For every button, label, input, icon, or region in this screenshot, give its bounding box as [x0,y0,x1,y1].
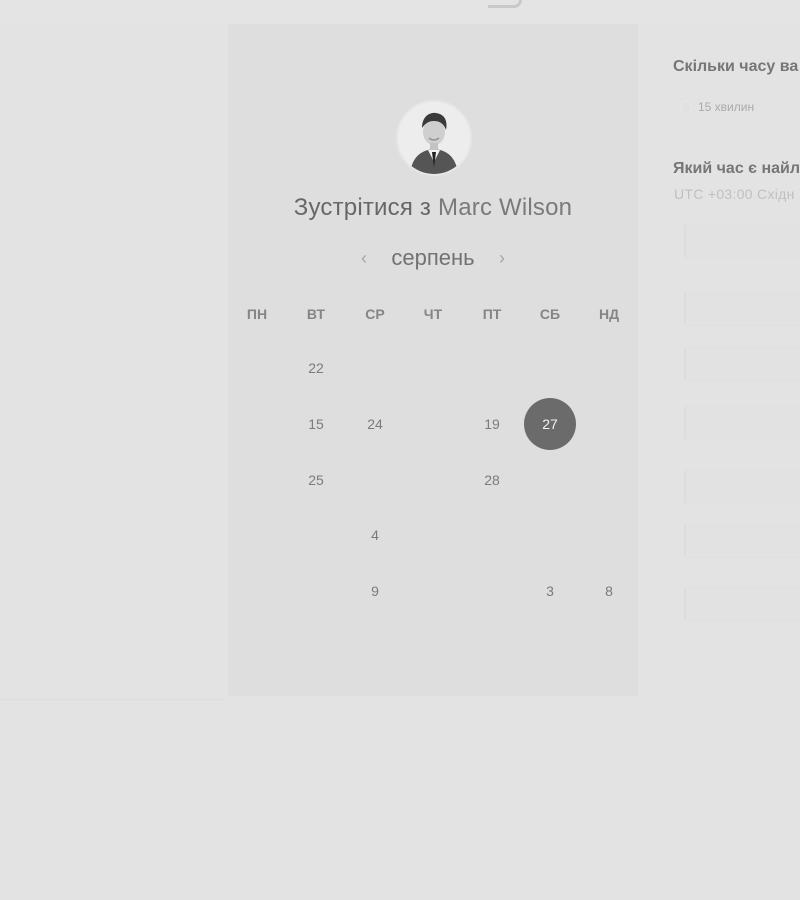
time-slot-button[interactable] [684,406,800,440]
calendar-day[interactable]: 8 [589,583,629,599]
top-strip [0,0,800,22]
options-panel: Скільки часу ва 15 хвилин Який час є най… [640,24,800,696]
top-decoration [488,0,522,8]
duration-option[interactable]: 15 хвилин [680,100,754,114]
calendar-day[interactable]: 19 [472,416,512,432]
calendar-day[interactable]: 22 [296,360,336,376]
calendar-day[interactable]: 9 [355,583,395,599]
duration-label: 15 хвилин [698,100,755,114]
time-slot-button[interactable] [684,347,800,381]
time-slot-button[interactable] [684,470,800,504]
calendar-day[interactable]: 24 [355,416,395,432]
calendar-card: Зустрітися з Marc Wilson ‹ серпень › ПН В… [228,24,638,696]
calendar-day[interactable]: 15 [296,416,336,432]
scheduling-page: Зустрітися з Marc Wilson ‹ серпень › ПН В… [0,0,800,900]
time-slot-button[interactable] [684,524,800,558]
time-slot-button[interactable] [684,292,800,326]
left-panel [0,24,226,701]
calendar-days: 22 15 24 19 27 25 28 4 9 3 8 [228,24,638,696]
time-slot-button[interactable] [684,224,800,258]
calendar-day[interactable]: 25 [296,472,336,488]
timezone-label[interactable]: UTC +03:00 Східн [674,186,795,202]
duration-question: Скільки часу ва [673,58,799,75]
calendar-day-selected[interactable]: 27 [524,398,576,450]
radio-icon[interactable] [680,101,692,113]
calendar-day[interactable]: 4 [355,527,395,543]
time-question: Який час є найл [673,160,800,177]
calendar-day[interactable]: 3 [530,583,570,599]
time-slot-button[interactable] [684,587,800,621]
calendar-day[interactable]: 28 [472,472,512,488]
bottom-area [0,700,800,900]
